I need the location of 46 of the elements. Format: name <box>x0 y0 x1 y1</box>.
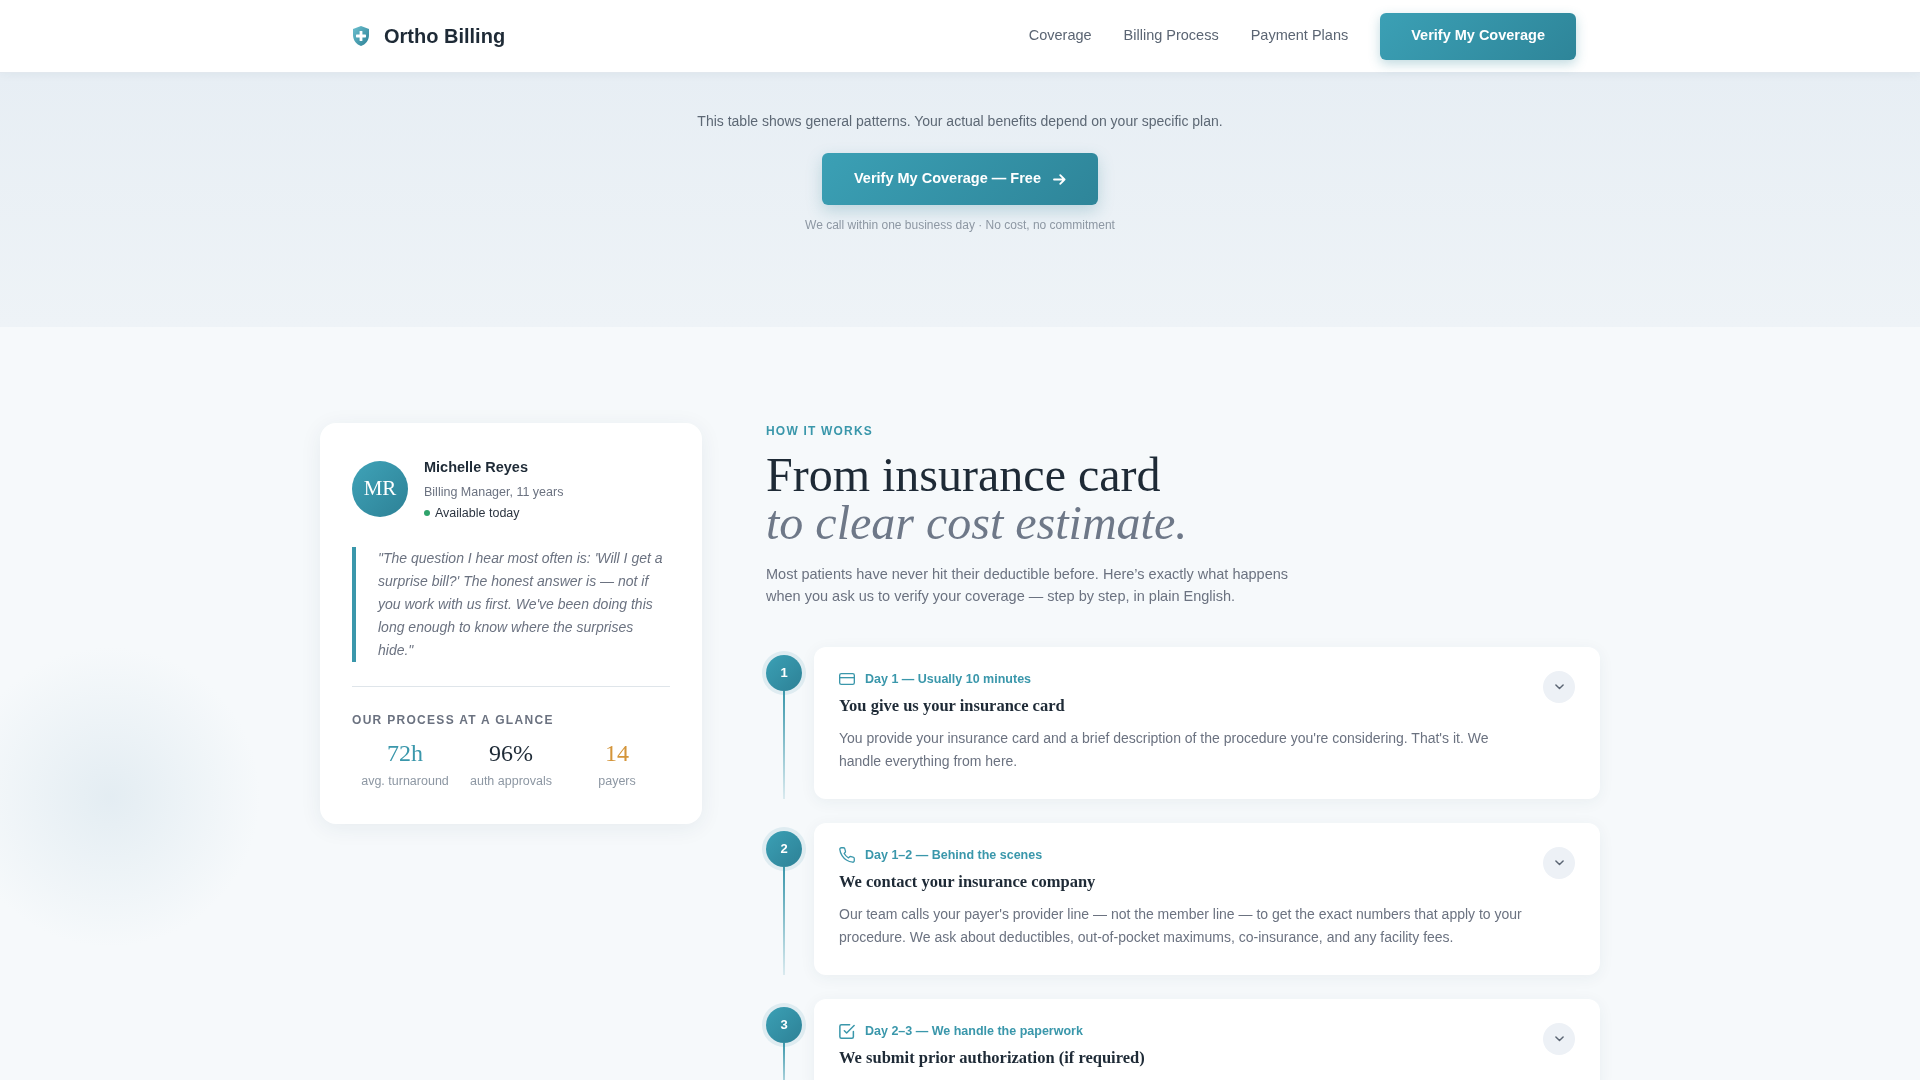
stat-value: 96% <box>489 740 533 766</box>
person-role: Billing Manager, 11 years <box>424 485 564 499</box>
step-number: 2 <box>766 831 802 867</box>
section-eyebrow: HOW IT WORKS <box>766 424 874 438</box>
chevron-down-icon <box>1554 684 1564 690</box>
verify-coverage-button[interactable]: Verify My Coverage — Free <box>822 153 1098 205</box>
chevron-down-icon <box>1554 860 1564 866</box>
stats-heading: OUR PROCESS AT A GLANCE <box>352 713 554 727</box>
stat-label: avg. turnaround <box>361 774 449 788</box>
verify-coverage-button[interactable]: Verify My Coverage <box>1380 12 1576 60</box>
quote-text: "The question I hear most often is: 'Will I get a surprise bill?' The honest answer is — not if you work with us first. We've been doing this long enough to know where the surprises hide." <box>352 547 670 662</box>
phone-icon <box>839 847 855 863</box>
stat-value: 72h <box>387 740 423 766</box>
step-title: You give us your insurance card <box>839 695 1065 717</box>
step-timing: Day 1–2 — Behind the scenes <box>865 847 1043 863</box>
person-name: Michelle Reyes <box>424 459 528 475</box>
shield-logo-icon <box>352 26 370 46</box>
expand-button[interactable] <box>1543 847 1575 879</box>
step-timing: Day 1 — Usually 10 minutes <box>865 671 1032 687</box>
callback-note: We call within one business day · No cost, no commitment <box>805 217 1115 233</box>
step-title: We contact your insurance company <box>839 871 1096 893</box>
expand-button[interactable] <box>1543 671 1575 703</box>
chevron-down-icon <box>1554 1036 1564 1042</box>
checkbox-tick-icon <box>839 1023 855 1039</box>
plan-disclaimer-text: This table shows general patterns. Your actual benefits depend on your specific plan. <box>697 112 1223 131</box>
stat-label: payers <box>598 774 636 788</box>
status-dot-icon <box>424 510 430 516</box>
step-number: 1 <box>766 655 802 691</box>
nav-link[interactable]: Payment Plans <box>1250 25 1349 47</box>
step-number: 3 <box>766 1007 802 1043</box>
arrow-right-icon <box>1053 173 1066 185</box>
nav-link[interactable]: Billing Process <box>1123 25 1219 47</box>
nav-link[interactable]: Coverage <box>1028 25 1092 47</box>
expand-button[interactable] <box>1543 1023 1575 1055</box>
step-description: Our team calls your payer's provider line — not the member line — to get the exact numbers that apply to your procedure. We ask about deductibles, out-of-pocket maximums, co-insurance, and any facility fees. <box>839 905 1523 947</box>
credit-card-icon <box>839 673 855 685</box>
step-title: We submit prior authorization (if required) <box>839 1047 1145 1069</box>
stat-value: 14 <box>605 740 629 766</box>
availability-text: Available today <box>435 505 520 522</box>
step-description: You provide your insurance card and a brief description of the procedure you're considering. That's it. We handle everything from here. <box>839 729 1490 771</box>
stat-label: auth approvals <box>470 774 552 788</box>
avatar-initials: MR <box>352 461 408 517</box>
step-timing: Day 2–3 — We handle the paperwork <box>865 1023 1083 1039</box>
section-intro: Most patients have never hit their deductible before. Here’s exactly what happens when you ask us to verify your coverage — step by step, in plain English. <box>766 565 1290 606</box>
brand-name: Ortho Billing <box>384 24 506 49</box>
section-heading: From insurance card to clear cost estimate. <box>766 451 1188 547</box>
